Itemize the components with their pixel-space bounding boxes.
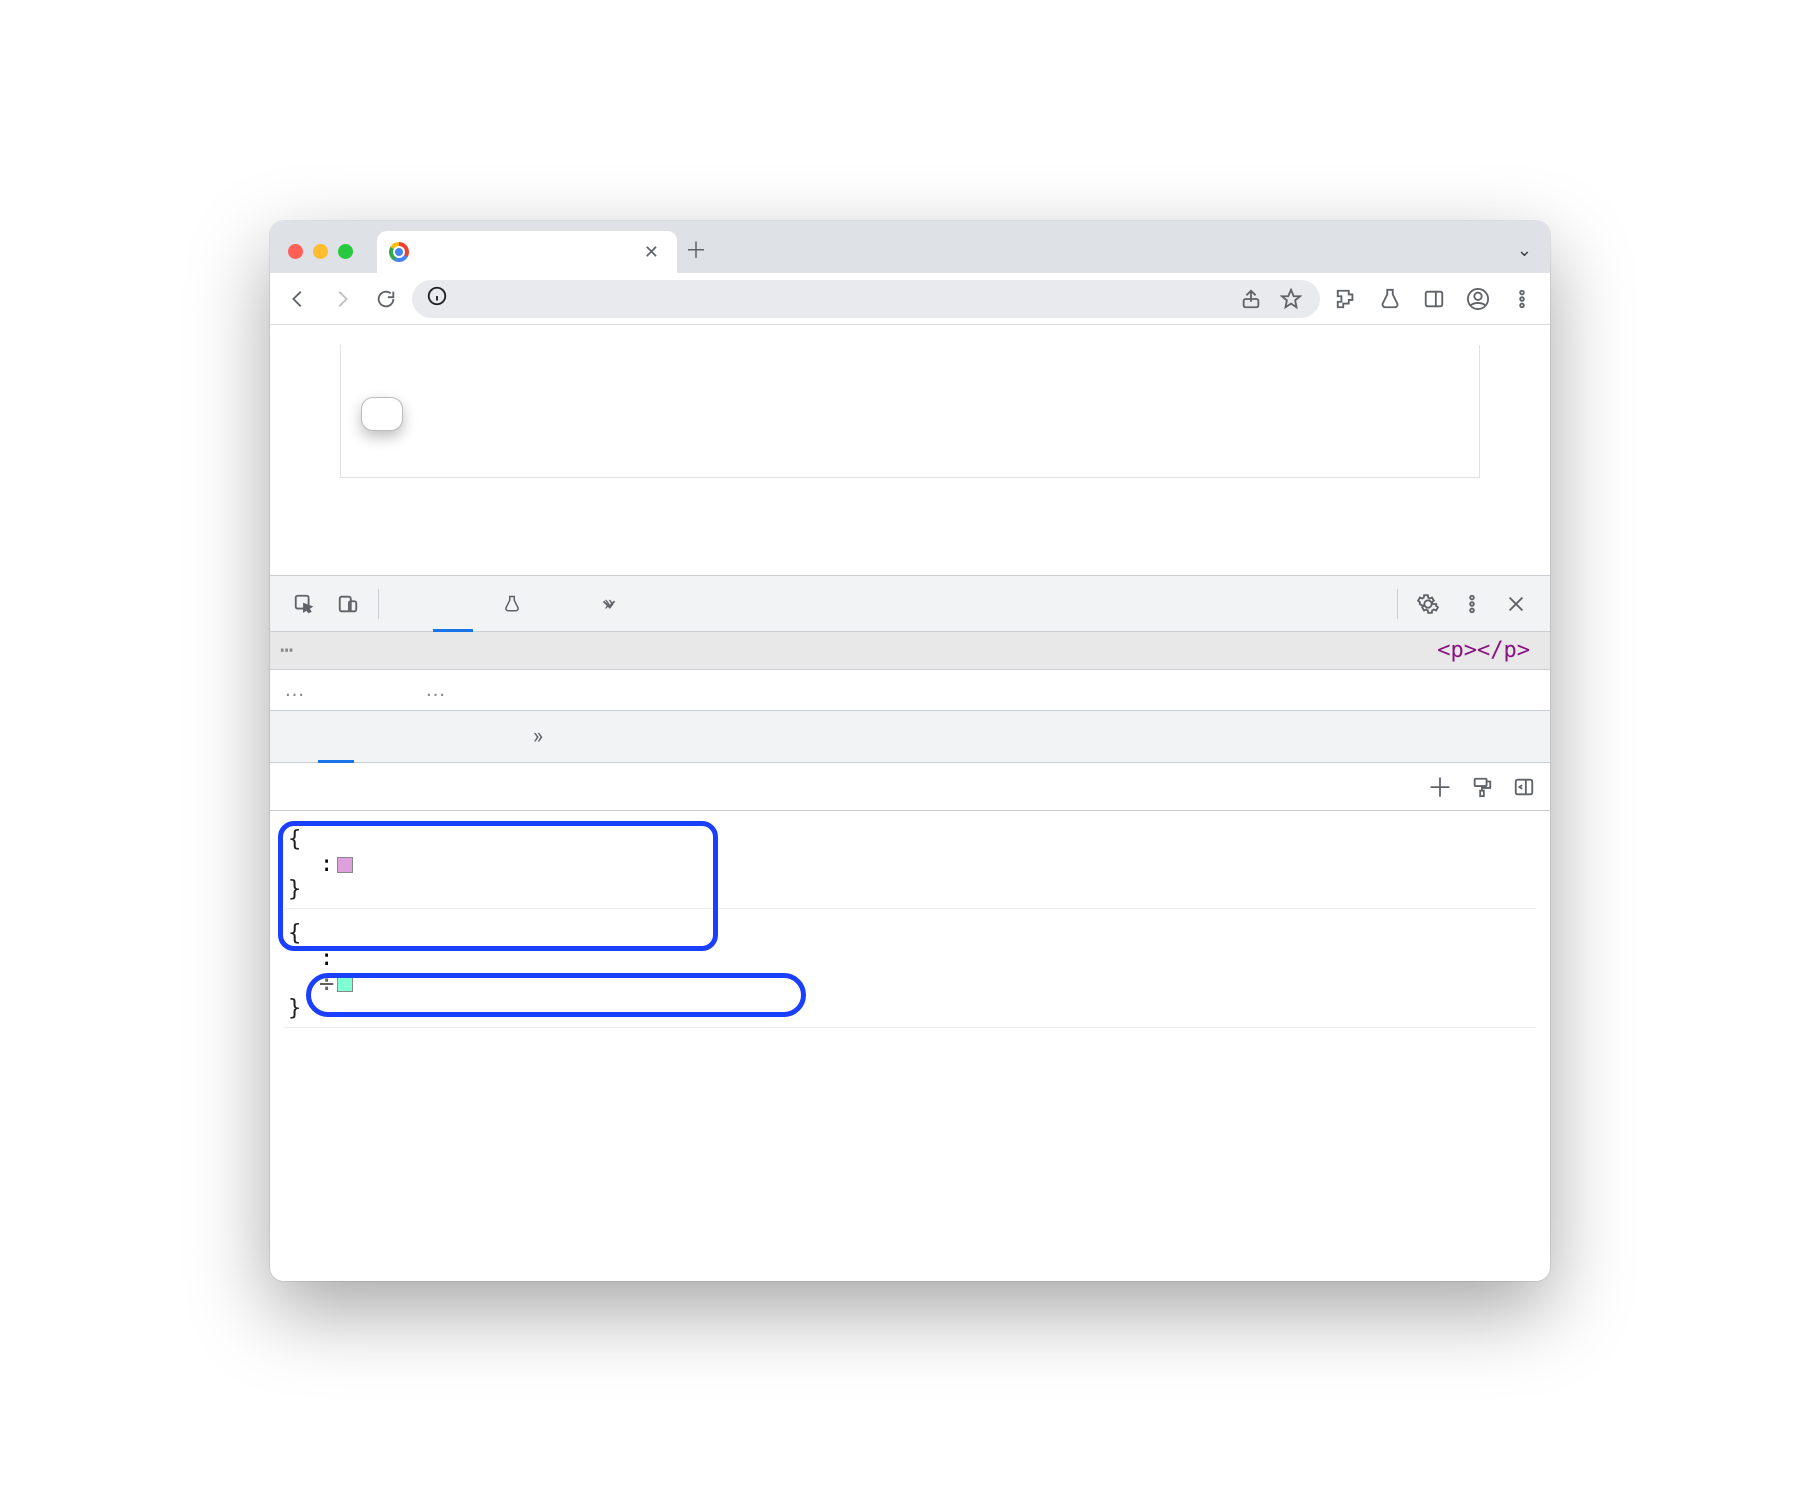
subtab-styles[interactable] [318, 711, 354, 763]
page-content [340, 345, 1480, 478]
maximize-window-button[interactable] [338, 244, 353, 259]
sidepanel-icon[interactable] [1416, 281, 1452, 317]
inspect-icon[interactable] [284, 584, 324, 624]
menu-button[interactable] [1504, 281, 1540, 317]
browser-window: ✕ ＋ ⌄ [270, 221, 1550, 1281]
page-viewport [270, 325, 1550, 575]
subtab-computed[interactable] [278, 711, 314, 763]
chrome-favicon-icon [389, 242, 409, 262]
tab-console[interactable] [389, 576, 429, 632]
forward-button[interactable] [324, 281, 360, 317]
site-info-icon[interactable] [426, 285, 448, 312]
subtab-properties[interactable] [438, 711, 474, 763]
window-controls [270, 244, 371, 273]
color-swatch-aquamarine[interactable] [337, 976, 353, 992]
titlebar: ✕ ＋ ⌄ [270, 221, 1550, 273]
dom-breadcrumb[interactable]: … … [270, 670, 1550, 711]
device-toggle-icon[interactable] [328, 584, 368, 624]
profile-avatar[interactable] [1460, 281, 1496, 317]
tab-recorder[interactable] [477, 576, 541, 632]
subtab-layout[interactable] [358, 711, 394, 763]
more-subtabs-icon[interactable]: » [518, 717, 558, 757]
minimize-window-button[interactable] [313, 244, 328, 259]
subtab-dom-breakpoints[interactable] [478, 711, 514, 763]
color-swatch-plum[interactable] [337, 857, 353, 873]
sample-card [361, 397, 403, 431]
settings-icon[interactable] [1408, 584, 1448, 624]
new-tab-button[interactable]: ＋ [677, 233, 715, 273]
bookmark-icon[interactable] [1276, 284, 1306, 314]
tab-elements[interactable] [433, 576, 473, 632]
ellipsis-icon: ⋯ [280, 638, 303, 663]
styles-filter-input[interactable] [282, 775, 1360, 799]
close-tab-button[interactable]: ✕ [640, 242, 663, 263]
devtools-panel: » ⋯ <p></p> … [270, 575, 1550, 1281]
nav-toolbar [270, 273, 1550, 325]
css-rule-scope-card[interactable]: { : } [284, 821, 1536, 909]
devtools-toolbar: » [270, 576, 1550, 632]
more-tabs-icon[interactable]: » [589, 584, 629, 624]
tabs-dropdown-button[interactable]: ⌄ [1517, 240, 1550, 273]
address-bar[interactable] [412, 280, 1320, 318]
share-icon[interactable] [1236, 284, 1266, 314]
toggle-sidebar-icon[interactable] [1510, 773, 1538, 801]
styles-subtabs: » [270, 711, 1550, 763]
subtab-event-listeners[interactable] [398, 711, 434, 763]
browser-tab[interactable]: ✕ [377, 231, 677, 273]
selected-element-line[interactable]: ⋯ <p></p> [270, 632, 1550, 670]
tab-sources[interactable] [545, 576, 585, 632]
devtools-menu-icon[interactable] [1452, 584, 1492, 624]
close-window-button[interactable] [288, 244, 303, 259]
new-style-rule-icon[interactable]: ＋ [1426, 773, 1454, 801]
close-devtools-icon[interactable] [1496, 584, 1536, 624]
css-rule-p[interactable]: { : : } [284, 915, 1536, 1028]
extensions-icon[interactable] [1328, 281, 1364, 317]
styles-filter-row: ＋ [270, 763, 1550, 811]
styles-pane: { : } { : : [270, 811, 1550, 1281]
paint-icon[interactable] [1468, 773, 1496, 801]
back-button[interactable] [280, 281, 316, 317]
labs-icon[interactable] [1372, 281, 1408, 317]
reload-button[interactable] [368, 281, 404, 317]
